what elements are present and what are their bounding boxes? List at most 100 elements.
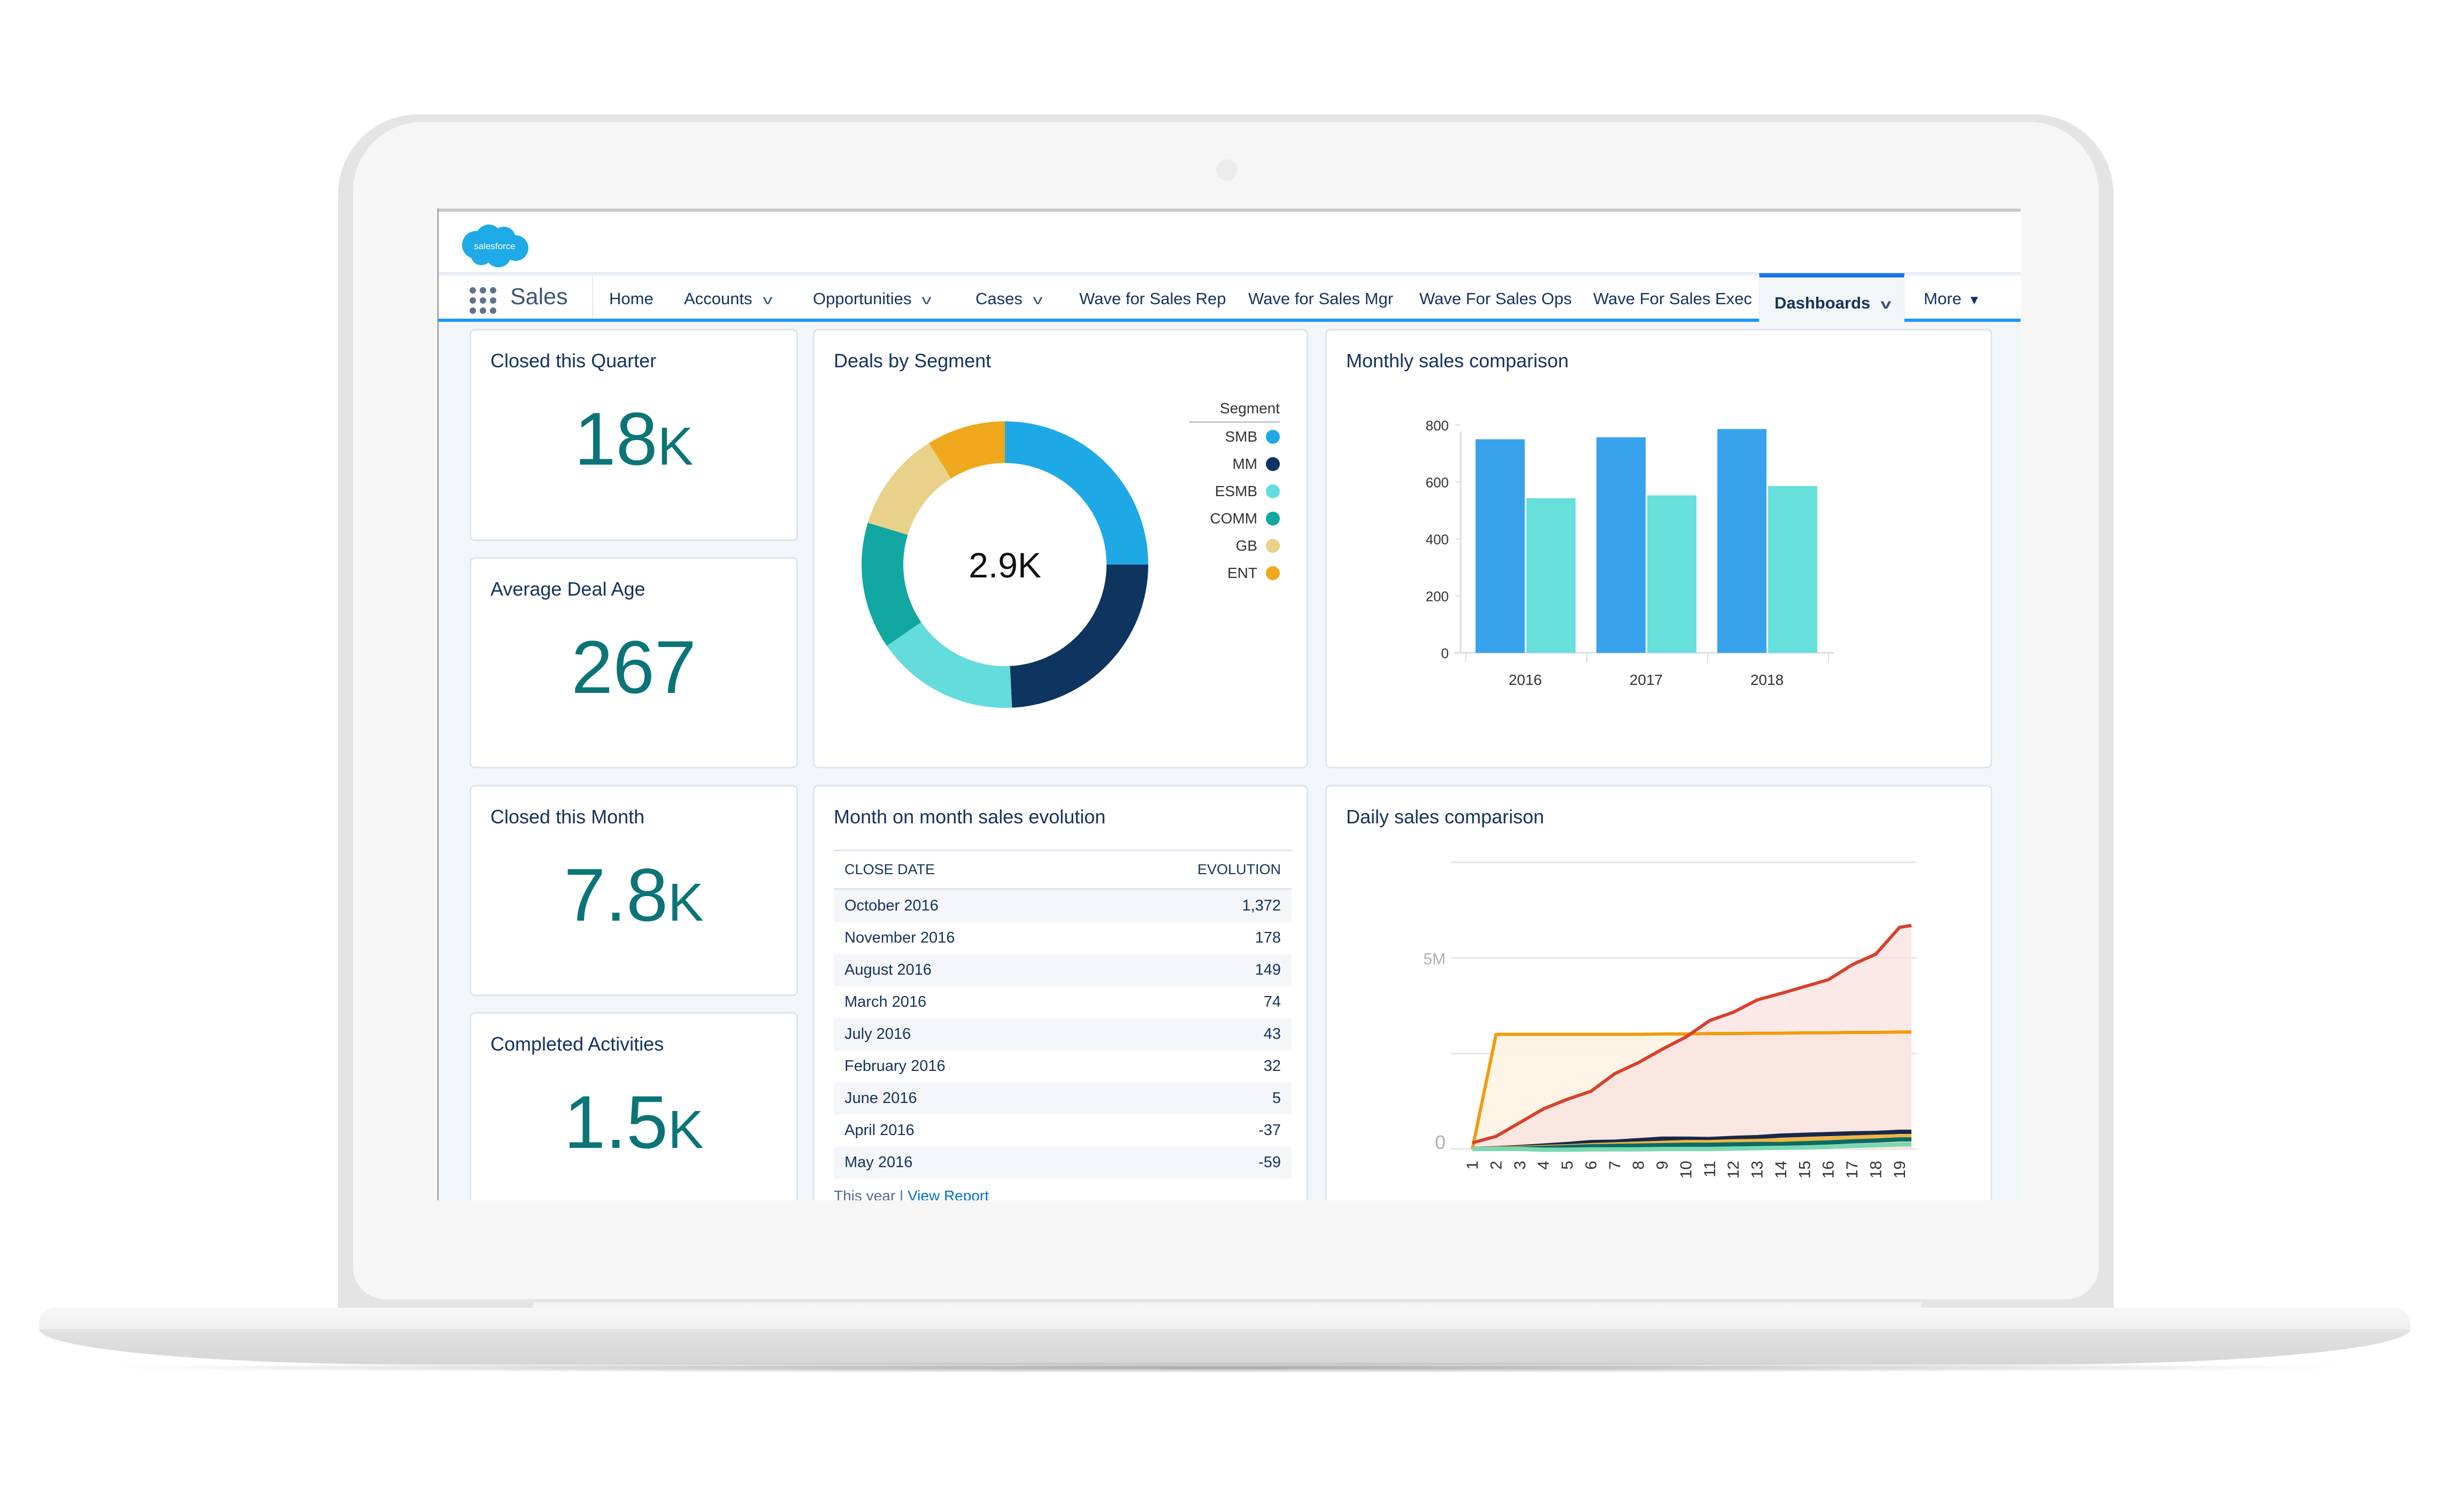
donut-center-label: 2.9K xyxy=(969,545,1041,585)
nav-item-wave-sales-ops[interactable]: Wave For Sales Ops xyxy=(1419,289,1572,308)
x-tick-label: 13 xyxy=(1749,1161,1766,1178)
column-header-evolution[interactable]: EVOLUTION xyxy=(1197,861,1281,878)
sales-evolution-card[interactable]: Month on month sales evolution CLOSE DAT… xyxy=(813,785,1308,1200)
nav-item-label: Wave For Sales Exec xyxy=(1593,289,1752,308)
global-header: salesforce xyxy=(439,212,2021,274)
table-row[interactable]: July 2016 43 xyxy=(834,1018,1292,1050)
kpi-card-average-deal-age[interactable]: Average Deal Age 267 xyxy=(470,557,798,768)
table-row[interactable]: October 2016 1,372 xyxy=(834,890,1292,922)
table-row[interactable]: November 2016 178 xyxy=(834,922,1292,954)
nav-item-home[interactable]: Home xyxy=(609,289,654,308)
legend-label: COMM xyxy=(1210,510,1257,527)
x-tick-label: 17 xyxy=(1844,1161,1861,1178)
evolution-cell: 74 xyxy=(1263,993,1281,1010)
table-row[interactable]: April 2016 -37 xyxy=(834,1114,1292,1146)
legend-item[interactable]: SMB xyxy=(1189,423,1280,450)
x-tick-label: 10 xyxy=(1677,1161,1695,1178)
x-tick-label: 8 xyxy=(1630,1161,1648,1170)
legend-swatch xyxy=(1266,566,1280,580)
donut-slice-comm[interactable] xyxy=(862,522,921,646)
close-date-cell: November 2016 xyxy=(844,929,955,946)
card-title: Closed this Month xyxy=(490,806,645,828)
nav-item-label: Home xyxy=(609,289,654,308)
nav-item-label: Accounts xyxy=(684,289,752,308)
card-title: Completed Activities xyxy=(490,1033,664,1055)
bar-2017-2[interactable] xyxy=(1647,495,1696,653)
evolution-cell: -59 xyxy=(1258,1153,1281,1171)
nav-item-label: Dashboards xyxy=(1775,294,1871,312)
x-tick-label: 9 xyxy=(1654,1161,1671,1170)
close-date-cell: February 2016 xyxy=(844,1057,946,1075)
chevron-down-icon[interactable]: v xyxy=(1033,291,1042,308)
table-row[interactable]: August 2016 149 xyxy=(834,954,1292,986)
evolution-cell: 5 xyxy=(1272,1089,1281,1107)
segment-legend: Segment SMB MM ESMB COMM GB ENT xyxy=(1189,400,1280,587)
legend-item[interactable]: GB xyxy=(1189,532,1280,559)
legend-item[interactable]: ENT xyxy=(1189,559,1280,587)
table-footer: This year | View Report xyxy=(834,1187,989,1200)
x-tick-label: 11 xyxy=(1701,1161,1719,1177)
x-tick-label: 1 xyxy=(1464,1161,1481,1170)
table-row[interactable]: May 2016 -59 xyxy=(834,1146,1292,1178)
kpi-card-closed-month[interactable]: Closed this Month 7.8K xyxy=(470,785,798,996)
bar-2016-2[interactable] xyxy=(1526,498,1576,653)
nav-item-wave-sales-exec[interactable]: Wave For Sales Exec xyxy=(1593,289,1752,308)
nav-item-label: Wave for Sales Rep xyxy=(1079,289,1226,308)
donut-slice-mm[interactable] xyxy=(1010,565,1148,708)
deals-by-segment-card[interactable]: Deals by Segment 2.9K Segment SMB MM ESMB C… xyxy=(813,329,1308,768)
chevron-down-icon[interactable]: v xyxy=(922,291,932,308)
laptop-base-top xyxy=(39,1308,2410,1330)
x-tick-label: 15 xyxy=(1796,1161,1814,1178)
donut-slice-esmb[interactable] xyxy=(887,622,1012,708)
legend-item[interactable]: COMM xyxy=(1189,505,1280,532)
daily-sales-card[interactable]: Daily sales comparison 0 5M 1 2 3 4 5 6 7 8 9 10 11 1… xyxy=(1325,785,1992,1200)
nav-item-cases[interactable]: Cases v xyxy=(975,289,1042,308)
nav-item-wave-sales-rep[interactable]: Wave for Sales Rep xyxy=(1079,289,1226,308)
x-tick-label: 18 xyxy=(1867,1161,1885,1178)
table-row[interactable]: June 2016 5 xyxy=(834,1082,1292,1114)
bar-2018-1[interactable] xyxy=(1717,429,1766,653)
kpi-value: 18K xyxy=(574,397,694,481)
table-row[interactable]: March 2016 74 xyxy=(834,986,1292,1018)
close-date-cell: June 2016 xyxy=(844,1089,917,1107)
legend-item[interactable]: ESMB xyxy=(1189,477,1280,505)
card-title: Deals by Segment xyxy=(834,350,992,372)
y-tick-label: 0 xyxy=(1441,645,1449,661)
nav-item-label: Wave for Sales Mgr xyxy=(1248,289,1394,308)
chevron-down-icon[interactable]: v xyxy=(1880,296,1891,312)
legend-swatch xyxy=(1266,484,1280,498)
view-report-link[interactable]: View Report xyxy=(908,1187,989,1200)
nav-item-opportunities[interactable]: Opportunities v xyxy=(813,289,932,308)
nav-more-button[interactable]: More ▼ xyxy=(1924,289,1980,308)
donut-slice-smb[interactable] xyxy=(1005,421,1148,565)
kpi-card-closed-quarter[interactable]: Closed this Quarter 18K xyxy=(470,329,798,541)
legend-title: Segment xyxy=(1189,400,1280,423)
x-tick-label: 4 xyxy=(1535,1161,1553,1170)
close-date-cell: October 2016 xyxy=(844,897,939,914)
bar-2018-2[interactable] xyxy=(1768,485,1817,653)
nav-item-dashboards[interactable]: Dashboards v xyxy=(1759,273,1904,322)
column-header-close-date[interactable]: CLOSE DATE xyxy=(844,861,935,878)
legend-label: MM xyxy=(1232,455,1257,472)
bar-chart: 0 200 400 600 800 2016 2017 2018 xyxy=(1426,418,1834,688)
kpi-card-completed-activities[interactable]: Completed Activities 1.5K xyxy=(470,1012,798,1200)
x-tick-label: 2018 xyxy=(1750,672,1784,688)
salesforce-logo[interactable]: salesforce xyxy=(455,219,535,273)
y-tick-label: 200 xyxy=(1426,588,1449,604)
x-tick-label: 2 xyxy=(1487,1161,1505,1170)
app-launcher-icon[interactable] xyxy=(470,287,496,314)
legend-item[interactable]: MM xyxy=(1189,450,1280,477)
bar-2017-1[interactable] xyxy=(1596,437,1646,653)
chevron-down-icon[interactable]: v xyxy=(763,291,772,308)
table-row[interactable]: February 2016 32 xyxy=(834,1050,1292,1082)
nav-item-accounts[interactable]: Accounts v xyxy=(684,289,772,308)
evolution-cell: 149 xyxy=(1255,961,1281,978)
legend-label: SMB xyxy=(1225,428,1257,445)
monthly-sales-card[interactable]: Monthly sales comparison 0 200 400 600 800 20… xyxy=(1325,329,1992,768)
nav-item-wave-sales-mgr[interactable]: Wave for Sales Mgr xyxy=(1248,289,1393,308)
legend-swatch xyxy=(1266,538,1280,553)
x-tick-label: 3 xyxy=(1511,1161,1529,1170)
kpi-value: 267 xyxy=(571,625,696,709)
y-tick-label: 0 xyxy=(1435,1131,1446,1153)
bar-2016-1[interactable] xyxy=(1476,439,1525,653)
